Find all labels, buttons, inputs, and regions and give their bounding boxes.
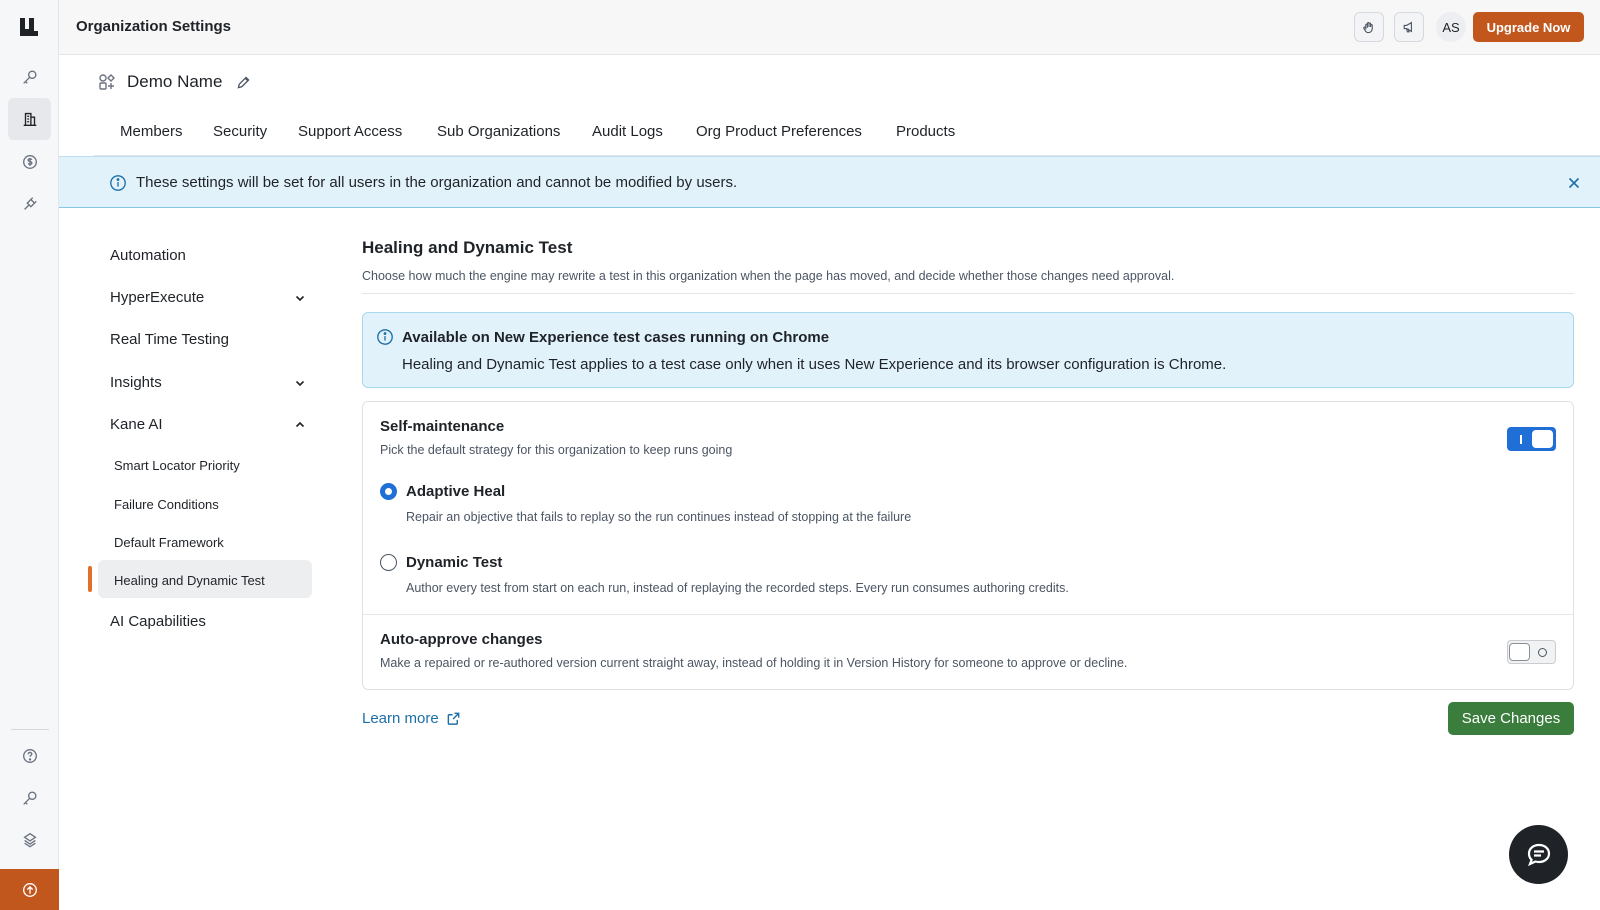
toggle-knob (1532, 430, 1553, 448)
subnav-item-hyperexecute[interactable]: HyperExecute (110, 289, 204, 306)
app-logo-icon[interactable] (18, 16, 40, 38)
subnav-item-real-time-testing[interactable]: Real Time Testing (110, 331, 229, 348)
org-settings-banner: These settings will be set for all users… (59, 156, 1600, 208)
key-icon (22, 70, 37, 84)
self-maintenance-description: Pick the default strategy for this organ… (380, 443, 733, 457)
section-title: Healing and Dynamic Test (362, 238, 573, 257)
rail-layers-button[interactable] (8, 819, 51, 861)
rail-billing-button[interactable] (8, 141, 51, 183)
rail-divider (11, 729, 49, 730)
auto-approve-description: Make a repaired or re-authored version c… (380, 656, 1128, 670)
tab-support-access[interactable]: Support Access (298, 123, 402, 140)
subnav-item-kane-ai[interactable]: Kane AI (110, 416, 163, 433)
self-maintenance-title: Self-maintenance (380, 418, 505, 435)
adaptive-heal-radio[interactable] (380, 483, 397, 500)
subnav-item-ai-capabilities[interactable]: AI Capabilities (110, 613, 206, 630)
dollar-icon (22, 155, 37, 169)
edit-org-name-icon[interactable] (235, 74, 252, 91)
top-header: Organization Settings AS Upgrade Now (59, 0, 1600, 55)
dynamic-test-label[interactable]: Dynamic Test (406, 554, 502, 571)
section-divider (362, 293, 1574, 294)
chevron-down-icon[interactable] (292, 290, 308, 306)
settings-tabs: Members Security Support Access Sub Orga… (94, 113, 1600, 156)
building-icon (23, 112, 36, 126)
subnav-child-failure-conditions[interactable]: Failure Conditions (114, 497, 219, 512)
section-description: Choose how much the engine may rewrite a… (362, 269, 1175, 283)
arrow-up-circle-icon (22, 882, 37, 897)
info-box-text: Healing and Dynamic Test applies to a te… (402, 356, 1227, 373)
announcements-button[interactable] (1394, 12, 1424, 42)
chat-icon (1527, 843, 1550, 866)
auto-approve-toggle[interactable] (1507, 640, 1556, 664)
megaphone-icon (1403, 21, 1412, 33)
tab-org-product-preferences[interactable]: Org Product Preferences (696, 123, 862, 140)
org-name: Demo Name (127, 72, 223, 91)
rail-integrations-button[interactable] (8, 183, 51, 225)
key-icon (22, 791, 37, 805)
tab-members[interactable]: Members (120, 123, 183, 140)
toggle-off-mark (1538, 648, 1547, 657)
dynamic-test-description: Author every test from start on each run… (406, 581, 1069, 595)
learn-more-link[interactable]: Learn more (362, 710, 461, 727)
banner-text: These settings will be set for all users… (136, 174, 738, 191)
left-rail (0, 0, 59, 910)
learn-more-label: Learn more (362, 710, 439, 727)
toggle-knob (1509, 643, 1530, 661)
dynamic-test-radio[interactable] (380, 554, 397, 571)
subnav-child-default-framework[interactable]: Default Framework (114, 535, 224, 550)
external-link-icon (446, 711, 461, 726)
save-changes-button[interactable]: Save Changes (1448, 702, 1574, 735)
org-header: Demo Name (97, 70, 252, 94)
rail-help-button[interactable] (8, 735, 51, 777)
subnav-item-automation[interactable]: Automation (110, 247, 186, 264)
rail-search-button[interactable] (8, 56, 51, 98)
card-divider (363, 614, 1573, 615)
plug-icon (23, 197, 37, 210)
subnav-child-healing-and-dynamic-test[interactable]: Healing and Dynamic Test (114, 573, 265, 588)
subnav-item-insights[interactable]: Insights (110, 374, 162, 391)
tab-audit-logs[interactable]: Audit Logs (592, 123, 663, 140)
self-maintenance-toggle[interactable] (1507, 427, 1556, 451)
toggle-on-mark (1520, 435, 1522, 444)
layers-icon (22, 832, 37, 848)
info-icon (109, 174, 127, 192)
info-icon (376, 328, 394, 346)
settings-card: Self-maintenance Pick the default strate… (362, 401, 1574, 690)
auto-approve-title: Auto-approve changes (380, 631, 543, 648)
rail-organization-button[interactable] (8, 98, 51, 140)
tab-products[interactable]: Products (896, 123, 955, 140)
rail-access-key-button[interactable] (8, 777, 51, 819)
rail-upgrade-button[interactable] (0, 869, 59, 910)
close-icon[interactable] (1566, 175, 1582, 191)
chevron-up-icon[interactable] (292, 417, 308, 433)
hand-wave-icon (1363, 22, 1373, 34)
tab-security[interactable]: Security (213, 123, 267, 140)
adaptive-heal-description: Repair an objective that fails to replay… (406, 510, 912, 524)
chat-support-button[interactable] (1509, 825, 1568, 884)
chevron-down-icon[interactable] (292, 375, 308, 391)
subnav-child-smart-locator-priority[interactable]: Smart Locator Priority (114, 458, 240, 473)
org-shapes-icon (97, 72, 117, 92)
tab-sub-organizations[interactable]: Sub Organizations (437, 123, 560, 140)
user-avatar[interactable]: AS (1436, 12, 1466, 42)
active-indicator (88, 566, 92, 592)
info-box-title: Available on New Experience test cases r… (402, 329, 830, 346)
help-icon (22, 749, 37, 763)
availability-info-box: Available on New Experience test cases r… (362, 312, 1574, 388)
upgrade-now-button[interactable]: Upgrade Now (1473, 12, 1584, 42)
page-title: Organization Settings (76, 18, 232, 35)
adaptive-heal-label[interactable]: Adaptive Heal (406, 483, 505, 500)
hand-wave-button[interactable] (1354, 12, 1384, 42)
